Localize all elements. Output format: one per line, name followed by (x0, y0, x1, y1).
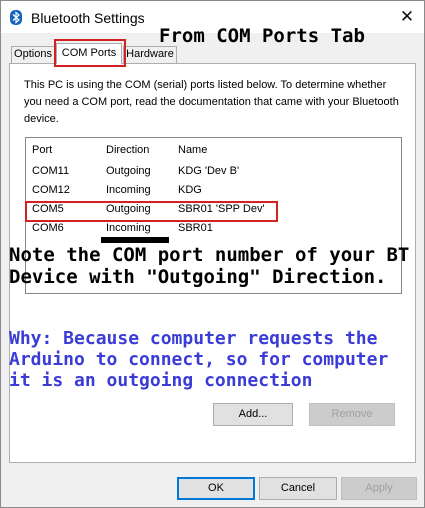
table-row[interactable]: COM11 Outgoing KDG 'Dev B' (26, 163, 401, 182)
row-name: KDG (178, 184, 202, 196)
tab-hardware[interactable]: Hardware (123, 46, 177, 63)
incoming-underline-mark (101, 237, 169, 243)
annotation-note: Note the COM port number of your BT Devi… (9, 244, 410, 288)
row-direction: Outgoing (106, 165, 151, 177)
tab-highlight-box (54, 39, 126, 67)
column-header-name[interactable]: Name (178, 144, 207, 156)
ok-button[interactable]: OK (177, 477, 255, 500)
row-port: COM11 (32, 165, 70, 177)
panel-description: This PC is using the COM (serial) ports … (24, 79, 399, 125)
row-name: KDG 'Dev B' (178, 165, 240, 177)
row-name: SBR01 (178, 222, 213, 234)
column-header-port[interactable]: Port (32, 144, 52, 156)
cancel-button[interactable]: Cancel (259, 477, 337, 500)
row-direction: Incoming (106, 184, 151, 196)
row-port: COM12 (32, 184, 70, 196)
column-header-direction[interactable]: Direction (106, 144, 149, 156)
table-row[interactable]: COM12 Incoming KDG (26, 182, 401, 201)
remove-button[interactable]: Remove (309, 403, 395, 426)
apply-button[interactable]: Apply (341, 477, 417, 500)
window-title: Bluetooth Settings (31, 10, 145, 26)
table-row[interactable]: COM6 Incoming SBR01 (26, 220, 401, 239)
close-icon[interactable]: ✕ (393, 7, 421, 27)
row-direction: Incoming (106, 222, 151, 234)
com5-highlight-box (25, 201, 278, 222)
annotation-title: From COM Ports Tab (159, 25, 365, 47)
annotation-why: Why: Because computer requests the Ardui… (9, 328, 389, 391)
row-port: COM6 (32, 222, 64, 234)
add-button[interactable]: Add... (213, 403, 293, 426)
bluetooth-settings-window: Bluetooth Settings ✕ From COM Ports Tab … (0, 0, 425, 508)
bluetooth-icon (10, 10, 22, 25)
tab-options[interactable]: Options (11, 46, 55, 63)
